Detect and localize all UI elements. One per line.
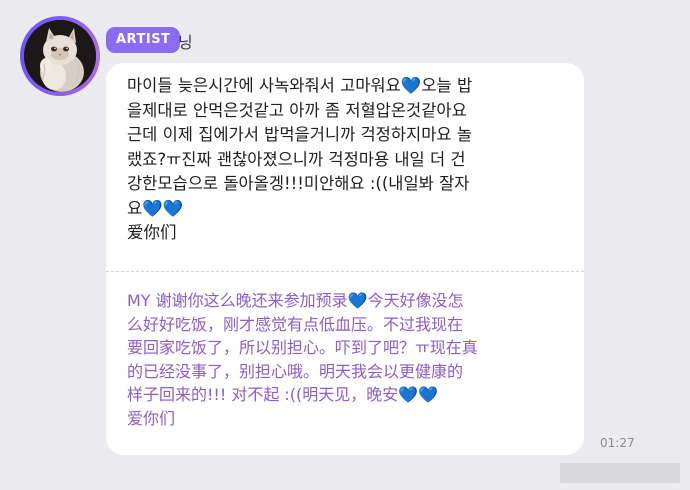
cat-avatar-icon [24, 20, 96, 92]
artist-badge: ARTIST [106, 27, 181, 53]
avatar-ring[interactable] [20, 16, 100, 96]
translated-message-text: MY 谢谢你这么晚还来参加预录💙今天好像没怎 么好好吃饭，刚才感觉有点低血压。不… [127, 291, 478, 428]
translation-divider [106, 271, 584, 272]
author-name[interactable]: 닝 [178, 29, 193, 53]
avatar[interactable] [24, 20, 96, 92]
watermark [560, 463, 680, 483]
message-text: 마이들 늦은시간에 사녹와줘서 고마워요💙오늘 밥 을제대로 안먹은것같고 아까… [127, 76, 473, 242]
message-bubble: 마이들 늦은시간에 사녹와줘서 고마워요💙오늘 밥 을제대로 안먹은것같고 아까… [106, 63, 584, 455]
message-timestamp: 01:27 [600, 436, 635, 450]
